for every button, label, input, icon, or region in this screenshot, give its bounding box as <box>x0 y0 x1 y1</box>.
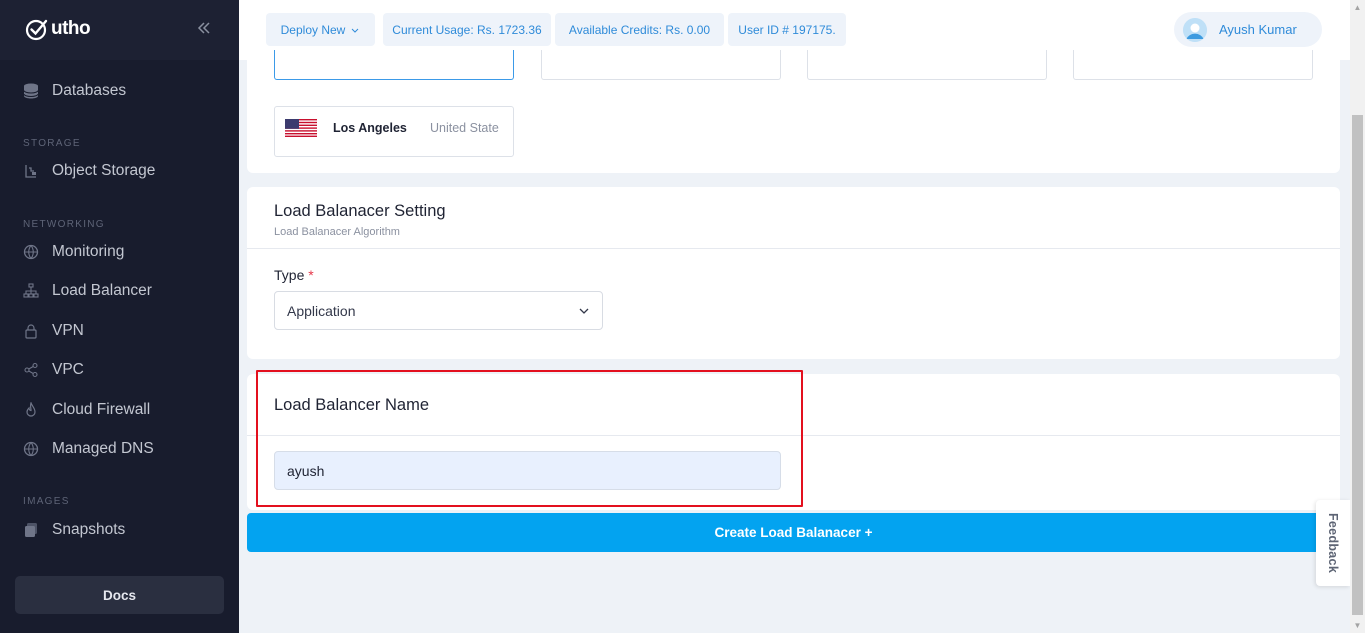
sidebar-item-label: Databases <box>52 82 127 99</box>
type-select-value: Application <box>287 302 356 319</box>
scroll-up-icon[interactable]: ▲ <box>1350 0 1365 15</box>
database-icon <box>22 82 40 100</box>
sidebar-item-vpc[interactable]: VPC <box>22 359 84 381</box>
divider <box>247 248 1340 249</box>
current-usage-badge: Current Usage: Rs. 1723.36 <box>383 13 551 46</box>
type-label-text: Type <box>274 267 305 283</box>
location-option[interactable] <box>541 50 781 80</box>
scrollbar-thumb[interactable] <box>1352 115 1363 615</box>
globe-icon <box>22 440 40 458</box>
sidebar-item-label: Load Balancer <box>52 282 152 299</box>
docs-button[interactable]: Docs <box>15 576 224 614</box>
sidebar-item-label: VPN <box>52 322 84 339</box>
section-images: IMAGES <box>23 496 70 507</box>
share-icon <box>22 361 40 379</box>
snapshot-icon <box>22 521 40 539</box>
globe-icon <box>22 243 40 261</box>
sidebar-item-databases[interactable]: Databases <box>22 80 126 102</box>
location-option-selected[interactable] <box>274 50 514 80</box>
scroll-down-icon[interactable]: ▼ <box>1350 618 1365 633</box>
sidebar-item-label: Monitoring <box>52 243 125 260</box>
location-option-los-angeles[interactable]: Los Angeles United State <box>274 106 514 157</box>
sidebar-item-vpn[interactable]: VPN <box>22 320 84 342</box>
create-load-balancer-button[interactable]: Create Load Balanacer + <box>247 513 1340 552</box>
lb-setting-title: Load Balanacer Setting <box>274 202 446 220</box>
avatar <box>1183 17 1207 42</box>
type-label: Type * <box>274 267 314 283</box>
user-id-badge: User ID # 197175. <box>728 13 846 46</box>
deploy-new-dropdown[interactable]: Deploy New <box>266 13 375 46</box>
brand-name: utho <box>51 18 91 39</box>
available-credits-badge: Available Credits: Rs. 0.00 <box>555 13 724 46</box>
sidebar-item-object-storage[interactable]: Object Storage <box>22 160 155 182</box>
logo-row: utho <box>0 0 239 60</box>
brand-logo[interactable]: utho <box>25 17 91 41</box>
location-option[interactable] <box>807 50 1047 80</box>
required-mark: * <box>308 267 314 283</box>
sidebar: utho Databases STORAGE Object Storage NE… <box>0 0 239 633</box>
sidebar-item-label: Snapshots <box>52 521 126 538</box>
location-option[interactable] <box>1073 50 1313 80</box>
sidebar-item-load-balancer[interactable]: Load Balancer <box>22 280 152 302</box>
object-storage-icon <box>22 162 40 180</box>
location-city: Los Angeles <box>333 121 407 135</box>
sidebar-item-snapshots[interactable]: Snapshots <box>22 519 125 541</box>
fire-icon <box>22 401 40 419</box>
section-networking: NETWORKING <box>23 219 105 230</box>
us-flag-icon <box>285 119 317 137</box>
user-name: Ayush Kumar <box>1219 22 1297 37</box>
location-country: United State <box>430 121 499 135</box>
logo-check-icon <box>25 19 48 41</box>
feedback-tab[interactable]: Feedback <box>1316 500 1350 586</box>
lb-setting-card: Load Balanacer Setting Load Balanacer Al… <box>247 187 1340 359</box>
deploy-new-label: Deploy New <box>280 22 346 37</box>
user-menu[interactable]: Ayush Kumar <box>1174 12 1322 47</box>
sidebar-item-cloud-firewall[interactable]: Cloud Firewall <box>22 399 150 421</box>
sidebar-item-label: Object Storage <box>52 162 156 179</box>
type-select[interactable]: Application <box>274 291 603 330</box>
highlight-box <box>256 370 803 507</box>
sidebar-item-managed-dns[interactable]: Managed DNS <box>22 438 154 460</box>
sidebar-item-label: VPC <box>52 361 84 378</box>
sidebar-item-monitoring[interactable]: Monitoring <box>22 241 124 263</box>
sidebar-item-label: Managed DNS <box>52 440 154 457</box>
section-storage: STORAGE <box>23 138 81 149</box>
chevron-down-icon <box>351 28 359 33</box>
sidebar-item-label: Cloud Firewall <box>52 401 151 418</box>
location-card: Los Angeles United State <box>247 50 1340 173</box>
lb-setting-subtitle: Load Balanacer Algorithm <box>274 226 400 238</box>
feedback-label: Feedback <box>1326 512 1340 574</box>
chevron-down-icon <box>579 308 589 314</box>
collapse-sidebar-icon[interactable] <box>196 20 216 40</box>
lock-icon <box>22 322 40 340</box>
sitemap-icon <box>22 282 40 300</box>
